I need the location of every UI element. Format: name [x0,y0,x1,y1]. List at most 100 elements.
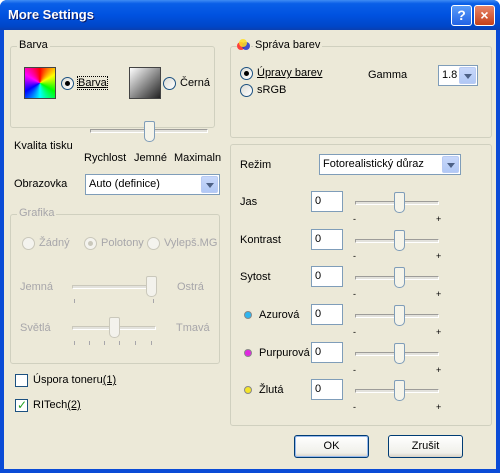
contrast-minus: - [353,251,356,261]
color-management-icon [237,39,251,53]
mode-combo[interactable]: Fotorealistický důraz [319,154,461,175]
graphics-group-label: Grafika [17,207,57,219]
color-management-group: Správa barev Úpravy barev sRGB Gamma 1.8 [230,39,492,138]
srgb-label[interactable]: sRGB [257,84,286,96]
black-radio[interactable] [163,77,176,90]
color-management-label: Správa barev [253,39,323,51]
tick-mark [74,299,75,303]
graphics-sharpness-track[interactable] [72,285,156,289]
color-adjust-radio[interactable] [240,67,253,80]
screen-label: Obrazovka [14,178,68,190]
cyan-plus: + [436,327,442,337]
saturation-input[interactable]: 0 [311,266,343,287]
cyan-dot-icon [244,311,252,319]
color-radio[interactable] [61,77,74,90]
chevron-down-icon[interactable] [459,67,476,84]
quality-slider-thumb[interactable] [144,121,155,142]
graphics-light-label: Světlá [20,322,51,334]
color-radio-label[interactable]: Barva [77,76,108,90]
yellow-label: Žlutá [259,384,284,396]
gamma-combo[interactable]: 1.8 [438,65,478,86]
ok-button[interactable]: OK [294,435,369,458]
color-swatch-icon [24,67,56,99]
magenta-label: Purpurová [259,347,310,359]
magenta-plus: + [436,365,442,375]
saturation-minus: - [353,289,356,299]
quality-label: Kvalita tisku [14,140,73,152]
quality-tick-speed: Rychlost [84,152,127,164]
mode-combo-value: Fotorealistický důraz [323,158,424,170]
ritech-checkbox[interactable] [15,398,28,412]
saturation-label: Sytost [240,271,271,283]
close-button[interactable]: × [474,5,495,26]
graphics-none-label: Žádný [39,237,70,249]
cyan-slider-thumb[interactable] [394,305,405,326]
quality-tick-fine: Jemné [134,152,168,164]
grayscale-swatch-icon [129,67,161,99]
screen-combo-value: Auto (definice) [89,178,160,190]
yellow-minus: - [353,402,356,412]
brightness-slider-thumb[interactable] [394,192,405,213]
yellow-slider-thumb[interactable] [394,380,405,401]
magenta-slider-thumb[interactable] [394,343,405,364]
contrast-input[interactable]: 0 [311,229,343,250]
color-adjust-label[interactable]: Úpravy barev [257,67,322,79]
graphics-group: Grafika Žádný Polotony Vylepš.MG Jemná O… [10,207,220,364]
adjustment-group: Režim Fotorealistický důraz Jas 0 - + Ko… [230,144,492,426]
mode-label: Režim [240,159,272,171]
saturation-plus: + [436,289,442,299]
brightness-minus: - [353,214,356,224]
tick-mark [151,341,152,345]
cyan-label: Azurová [259,309,300,321]
magenta-minus: - [353,365,356,375]
color-group: Barva Barva Černá [10,39,215,128]
tick-mark [104,341,105,345]
tick-mark [119,341,120,345]
cancel-button[interactable]: Zrušit [388,435,463,458]
toner-save-checkbox[interactable] [15,374,28,387]
cyan-input[interactable]: 0 [311,304,343,325]
graphics-halftone-radio[interactable] [84,237,97,250]
graphics-enhanced-radio[interactable] [147,237,160,250]
graphics-halftone-label: Polotony [101,237,144,249]
yellow-dot-icon [244,386,252,394]
magenta-dot-icon [244,349,252,357]
contrast-plus: + [436,251,442,261]
saturation-slider-thumb[interactable] [394,267,405,288]
black-radio-label[interactable]: Černá [180,77,210,89]
graphics-enhanced-label: Vylepš.MG [164,237,218,249]
dialog-window: More Settings ? × Barva Barva Černá Kval… [0,0,500,473]
contrast-slider-thumb[interactable] [394,230,405,251]
gamma-label: Gamma [368,69,408,81]
graphics-darkness-thumb[interactable] [109,317,120,338]
brightness-label: Jas [240,196,258,208]
ritech-label[interactable]: RITech(2) [33,399,81,411]
magenta-input[interactable]: 0 [311,342,343,363]
yellow-input[interactable]: 0 [311,379,343,400]
contrast-label: Kontrast [240,234,281,246]
graphics-sharp-label: Ostrá [177,281,204,293]
graphics-fine-label: Jemná [20,281,54,293]
brightness-plus: + [436,214,442,224]
toner-save-label[interactable]: Úspora toneru(1) [33,374,116,386]
window-title: More Settings [8,7,94,22]
graphics-sharpness-thumb[interactable] [146,276,157,297]
tick-mark [135,341,136,345]
gamma-combo-value: 1.8 [442,69,458,81]
dialog-body: Barva Barva Černá Kvalita tisku Rychlost… [4,30,496,469]
title-bar[interactable]: More Settings ? × [0,0,500,30]
chevron-down-icon[interactable] [201,176,218,193]
graphics-dark-label: Tmavá [176,322,210,334]
srgb-radio[interactable] [240,84,253,97]
color-group-label: Barva [17,39,50,51]
brightness-input[interactable]: 0 [311,191,343,212]
screen-combo[interactable]: Auto (definice) [85,174,220,195]
help-button[interactable]: ? [451,5,472,26]
tick-mark [153,299,154,303]
chevron-down-icon[interactable] [442,156,459,173]
graphics-none-radio[interactable] [22,237,35,250]
tick-mark [89,341,90,345]
tick-mark [74,341,75,345]
cyan-minus: - [353,327,356,337]
yellow-plus: + [436,402,442,412]
